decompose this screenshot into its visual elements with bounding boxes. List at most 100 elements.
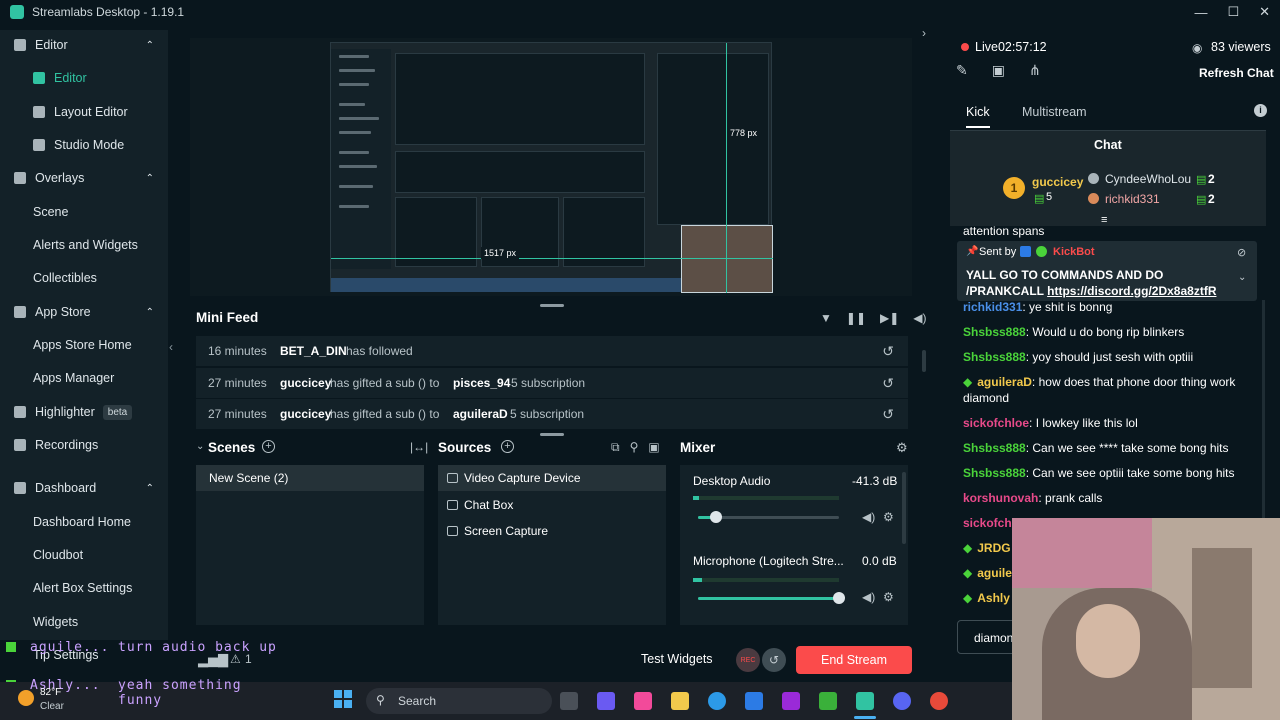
chat-username[interactable]: Shsbss888 xyxy=(963,466,1026,480)
chat-username[interactable]: Shsbss888 xyxy=(963,350,1026,364)
camera-icon[interactable]: ▣ xyxy=(992,62,1005,79)
tab-kick[interactable]: Kick xyxy=(966,105,990,119)
end-stream-button[interactable]: End Stream xyxy=(796,646,912,674)
sidebar-item[interactable]: Dashboard ⌃ xyxy=(0,473,168,503)
sidebar-item[interactable]: Collectibles xyxy=(0,263,168,293)
chat-username[interactable]: richkid331 xyxy=(963,300,1022,314)
stream-preview[interactable]: 778 px 1517 px xyxy=(190,38,912,296)
scenes-chevron-icon[interactable]: ⌄ xyxy=(196,441,204,452)
pinned-link[interactable]: https://discord.gg/2Dx8a8ztfR xyxy=(1047,284,1216,298)
expand-pinned-icon[interactable]: ⌄ xyxy=(1238,272,1246,283)
sidebar-item[interactable]: Recordings xyxy=(0,430,168,460)
desktop-audio-slider[interactable] xyxy=(698,511,839,523)
record-button[interactable]: REC xyxy=(736,648,760,672)
windows-start-icon[interactable] xyxy=(334,690,352,708)
sidebar-item[interactable]: Alert Box Settings xyxy=(0,573,168,603)
mixer-scrollbar[interactable] xyxy=(902,472,906,544)
edge-icon[interactable] xyxy=(708,692,726,710)
preview-resize-handle[interactable] xyxy=(540,304,564,307)
volume-icon[interactable]: ◀) xyxy=(913,311,926,325)
share-icon[interactable]: ⋔ xyxy=(1029,62,1041,79)
chat-username[interactable]: Shsbss888 xyxy=(963,325,1026,339)
sidebar-item[interactable]: Overlays ⌃ xyxy=(0,163,168,193)
taskbar-search[interactable]: Search xyxy=(366,688,552,714)
file-explorer-icon[interactable] xyxy=(671,692,689,710)
desktop-audio-settings-icon[interactable]: ⚙ xyxy=(883,510,894,524)
unpin-icon[interactable]: ⊘ xyxy=(1237,246,1246,259)
collapse-sidebar-icon[interactable]: ‹ xyxy=(169,340,173,354)
sidebar-item[interactable]: Highlighter beta xyxy=(0,397,168,427)
source-item[interactable]: Chat Box xyxy=(438,492,666,518)
xbox-icon[interactable] xyxy=(819,692,837,710)
scene-item[interactable]: New Scene (2) xyxy=(196,465,424,491)
expand-leaderboard-icon[interactable]: ≡ xyxy=(1101,214,1107,226)
chat-username[interactable]: sickofchloe xyxy=(963,416,1029,430)
edit-stream-info-icon[interactable]: ✎ xyxy=(956,62,968,79)
collapse-chat-icon[interactable]: › xyxy=(922,26,926,40)
app-icon[interactable] xyxy=(782,692,800,710)
panel-resize-handle[interactable] xyxy=(540,433,564,436)
sidebar-item[interactable]: Layout Editor xyxy=(0,97,168,127)
microphone-slider[interactable] xyxy=(698,592,845,604)
microphone-settings-icon[interactable]: ⚙ xyxy=(883,590,894,604)
chevron-up-icon[interactable]: ⌃ xyxy=(146,307,154,318)
chat-username[interactable]: aguile xyxy=(977,566,1012,580)
sidebar-item[interactable]: Scene xyxy=(0,197,168,227)
sidebar-item[interactable]: Editor xyxy=(0,63,168,93)
chevron-up-icon[interactable]: ⌃ xyxy=(146,173,154,184)
sidebar-item[interactable]: Apps Store Home xyxy=(0,330,168,360)
minimize-button[interactable]: — xyxy=(1194,5,1207,20)
sidebar-item[interactable]: Widgets xyxy=(0,607,168,637)
desktop-audio-mute-icon[interactable]: ◀) xyxy=(862,510,875,524)
test-widgets-button[interactable]: Test Widgets xyxy=(641,652,713,666)
chevron-up-icon[interactable]: ⌃ xyxy=(146,483,154,494)
chevron-up-icon[interactable]: ⌃ xyxy=(146,40,154,51)
chat-username[interactable]: Shsbss888 xyxy=(963,441,1026,455)
sidebar-item[interactable]: Alerts and Widgets xyxy=(0,230,168,260)
maximize-button[interactable]: ☐ xyxy=(1227,4,1239,20)
chat-separator: : xyxy=(1031,375,1039,389)
sidebar-item[interactable]: Dashboard Home xyxy=(0,507,168,537)
scene-transitions-icon[interactable]: |↔| xyxy=(410,440,428,454)
mixer-settings-icon[interactable]: ⚙ xyxy=(896,440,908,456)
skip-icon[interactable]: ▶❚ xyxy=(880,311,899,325)
tab-multistream[interactable]: Multistream xyxy=(1022,105,1087,119)
chat-username[interactable]: sickofchl xyxy=(963,516,1015,530)
feed-scrollbar[interactable] xyxy=(922,350,926,372)
add-scene-icon[interactable]: + xyxy=(262,440,275,453)
close-button[interactable]: ✕ xyxy=(1259,4,1270,20)
sidebar-item[interactable]: Editor ⌃ xyxy=(0,30,168,60)
copilot-icon[interactable] xyxy=(634,692,652,710)
replay-buffer-button[interactable]: ↺ xyxy=(762,648,786,672)
replay-alert-icon[interactable]: ↺ xyxy=(882,406,894,423)
replay-alert-icon[interactable]: ↺ xyxy=(882,343,894,360)
microphone-mute-icon[interactable]: ◀) xyxy=(862,590,875,604)
chat-username[interactable]: aguileraD xyxy=(977,375,1032,389)
filter-icon[interactable]: ▼ xyxy=(820,311,832,325)
chat-username[interactable]: korshunovah xyxy=(963,491,1038,505)
source-folder-icon[interactable]: ▣ xyxy=(648,440,659,455)
add-source-icon[interactable]: + xyxy=(501,440,514,453)
source-item[interactable]: Video Capture Device xyxy=(438,465,666,491)
task-view-icon[interactable] xyxy=(560,692,578,710)
replay-alert-icon[interactable]: ↺ xyxy=(882,375,894,392)
sidebar-item[interactable]: App Store ⌃ xyxy=(0,297,168,327)
source-filter-icon[interactable]: ⚲ xyxy=(630,440,639,455)
chrome-icon[interactable] xyxy=(930,692,948,710)
sidebar-item[interactable]: Studio Mode xyxy=(0,130,168,160)
source-group-icon[interactable]: ⧉ xyxy=(611,440,620,455)
pause-icon[interactable]: ❚❚ xyxy=(846,311,866,325)
chat-username[interactable]: Ashly xyxy=(977,591,1010,605)
source-item[interactable]: Screen Capture xyxy=(438,518,666,544)
preview-selected-source[interactable] xyxy=(681,225,773,293)
info-icon[interactable]: i xyxy=(1254,104,1267,117)
sidebar-item[interactable]: Cloudbot xyxy=(0,540,168,570)
weather-sun-icon[interactable] xyxy=(18,690,34,706)
store-icon[interactable] xyxy=(745,692,763,710)
sidebar-item[interactable]: Apps Manager xyxy=(0,363,168,393)
refresh-chat-button[interactable]: Refresh Chat xyxy=(1199,66,1274,80)
teams-icon[interactable] xyxy=(597,692,615,710)
streamlabs-taskbar-icon[interactable] xyxy=(856,692,874,710)
discord-icon[interactable] xyxy=(893,692,911,710)
chat-username[interactable]: JRDG xyxy=(977,541,1010,555)
